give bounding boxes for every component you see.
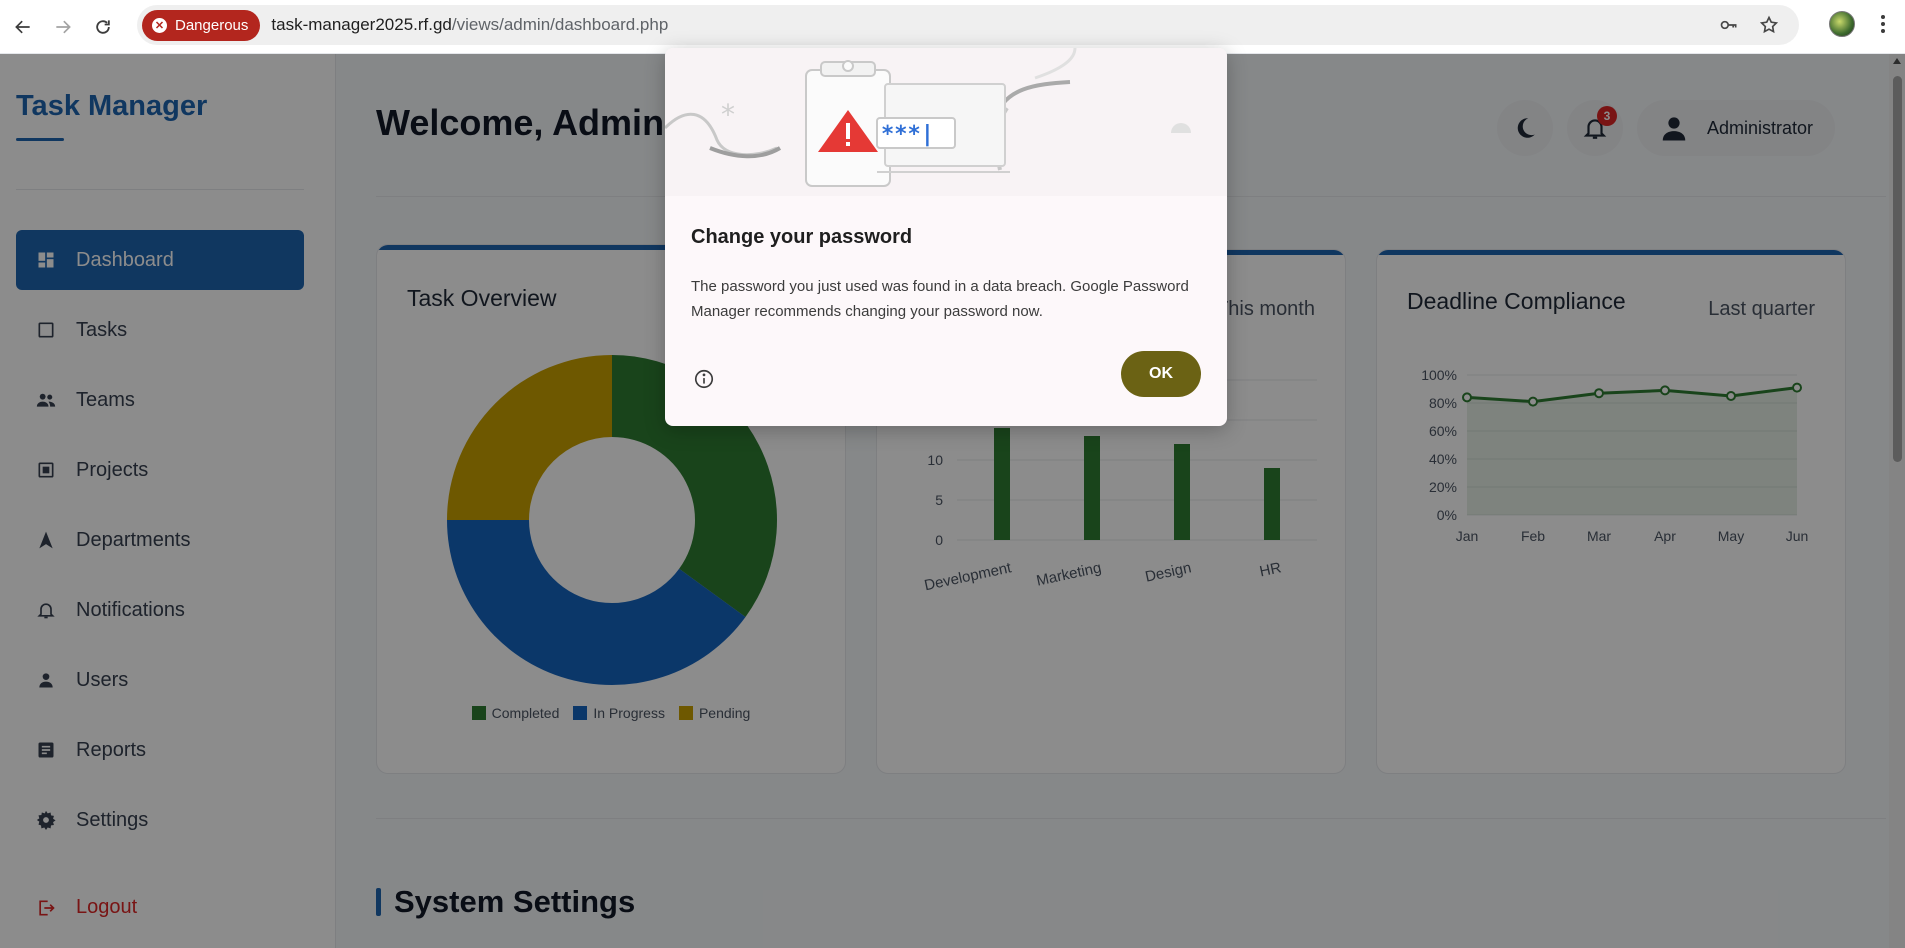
profile-avatar[interactable] (1829, 11, 1855, 37)
reload-button[interactable] (86, 10, 120, 44)
browser-toolbar: ✕ Dangerous task-manager2025.rf.gd/views… (0, 0, 1905, 54)
security-chip[interactable]: ✕ Dangerous (142, 9, 261, 41)
info-icon[interactable] (693, 368, 715, 390)
masked-password-text: ***| (881, 122, 934, 147)
url-path: /views/admin/dashboard.php (451, 15, 669, 34)
back-button[interactable] (6, 10, 40, 44)
close-circle-icon: ✕ (152, 17, 167, 33)
forward-button[interactable] (46, 10, 80, 44)
arrow-right-icon (56, 20, 71, 33)
password-breach-dialog: * ***| Change your password The password… (665, 48, 1227, 426)
browser-menu-button[interactable] (1873, 15, 1893, 33)
security-label: Dangerous (175, 16, 249, 34)
address-bar[interactable]: ✕ Dangerous task-manager2025.rf.gd/views… (137, 5, 1799, 45)
url-host: task-manager2025.rf.gd (271, 15, 452, 34)
key-icon[interactable] (1719, 15, 1739, 35)
reload-icon (96, 19, 110, 34)
password-breach-illustration: * ***| (665, 48, 1227, 196)
arrow-left-icon (15, 20, 30, 33)
ok-button[interactable]: OK (1121, 351, 1201, 397)
url-text[interactable]: task-manager2025.rf.gd/views/admin/dashb… (271, 15, 668, 35)
dialog-body: The password you just used was found in … (691, 278, 1189, 320)
svg-text:*: * (721, 98, 735, 131)
star-icon[interactable] (1759, 15, 1779, 35)
dialog-title: Change your password (691, 226, 913, 248)
